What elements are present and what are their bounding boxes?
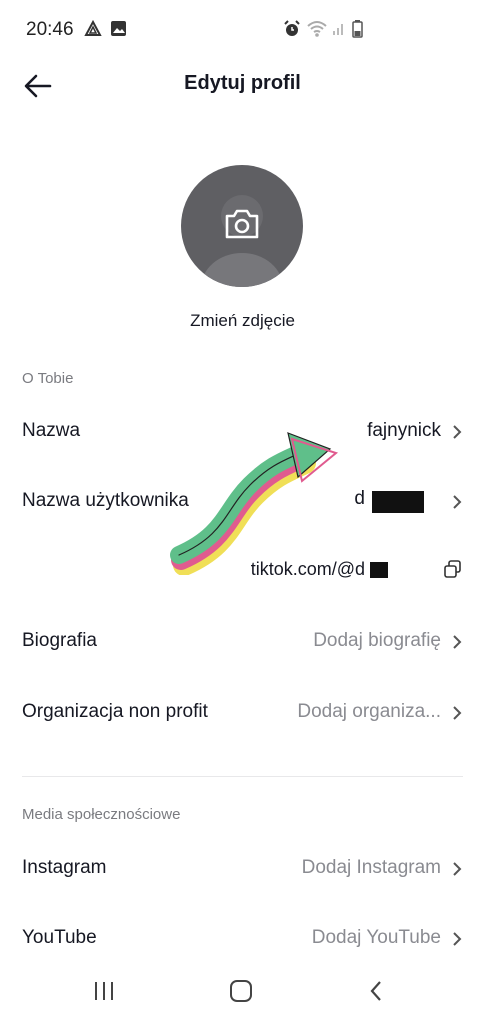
camera-icon [225,209,259,239]
status-time: 20:46 [26,19,74,40]
row-label-nonprofit[interactable]: Organizacja non profit [22,701,208,723]
chevron-right-icon[interactable] [451,705,463,721]
drive-icon [84,20,102,36]
chevron-right-icon[interactable] [451,424,463,440]
section-divider [22,776,463,777]
row-value-instagram[interactable]: Dodaj Instagram [302,857,441,879]
section-label-social: Media społecznościowe [22,806,181,823]
row-label-instagram[interactable]: Instagram [22,857,106,879]
gallery-icon [111,21,126,36]
row-value-name[interactable]: fajnynick [367,420,441,442]
section-label-about: O Tobie [22,370,74,387]
chevron-right-icon[interactable] [451,861,463,877]
alarm-icon [284,20,300,36]
annotation-arrow [170,432,339,575]
recent-apps-icon[interactable] [93,980,115,1002]
row-label-username[interactable]: Nazwa użytkownika [22,490,189,512]
wifi-icon [307,21,327,37]
avatar-body [201,253,283,287]
row-value-nonprofit[interactable]: Dodaj organiza... [297,701,441,723]
chevron-right-icon[interactable] [451,634,463,650]
avatar[interactable] [181,165,303,287]
row-value-youtube[interactable]: Dodaj YouTube [312,927,441,949]
system-nav-bar [0,960,485,1024]
home-icon[interactable] [229,979,253,1003]
redaction-link [370,562,388,578]
chevron-right-icon[interactable] [451,931,463,947]
copy-icon[interactable] [443,559,463,579]
chevron-right-icon[interactable] [451,494,463,510]
back-icon[interactable] [368,979,384,1003]
row-value-bio[interactable]: Dodaj biografię [313,630,441,652]
row-label-youtube[interactable]: YouTube [22,927,97,949]
status-bar: 20:46 [0,0,485,60]
signal-icon [333,24,343,35]
row-value-username[interactable]: d [354,488,365,510]
battery-icon [352,20,363,38]
change-photo-label[interactable]: Zmień zdjęcie [0,311,485,331]
redaction-username [372,491,424,513]
row-label-bio[interactable]: Biografia [22,630,97,652]
row-label-name[interactable]: Nazwa [22,420,80,442]
page-title: Edytuj profil [184,72,301,94]
